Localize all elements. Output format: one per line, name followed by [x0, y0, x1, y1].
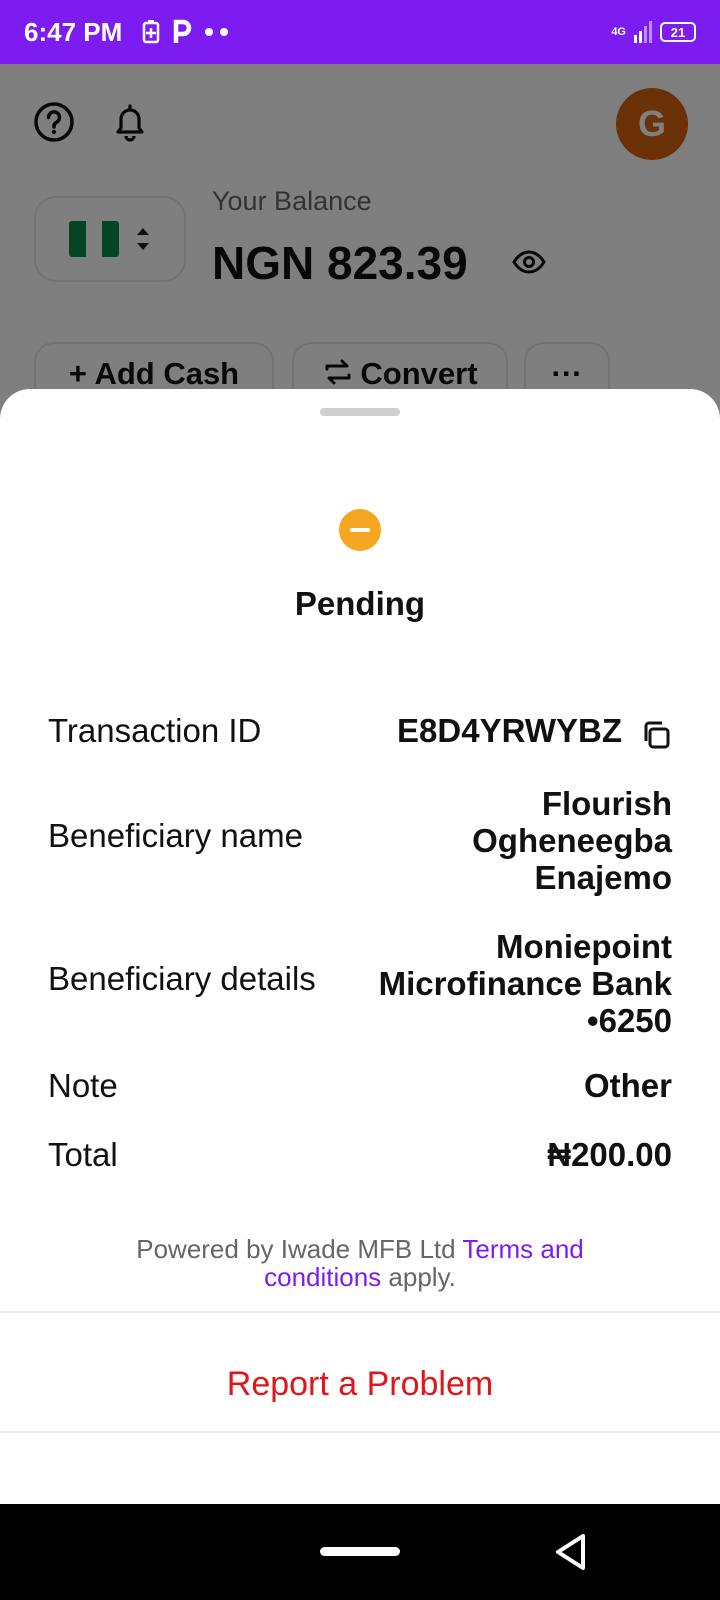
terms-link[interactable]: Terms and — [462, 1234, 583, 1264]
beneficiary-details-value: Moniepoint Microfinance Bank •6250 — [379, 928, 672, 1039]
pending-status-icon — [339, 509, 381, 551]
transaction-id-label: Transaction ID — [48, 712, 262, 749]
sheet-drag-handle[interactable] — [320, 408, 400, 416]
divider — [0, 1431, 720, 1433]
transaction-status: Pending — [294, 585, 426, 622]
beneficiary-details-label: Beneficiary details — [48, 960, 316, 997]
beneficiary-name-line: Enajemo — [534, 859, 672, 896]
copy-icon[interactable] — [640, 719, 672, 751]
more-notifications-icon — [205, 28, 229, 36]
battery-saver-icon — [143, 20, 160, 44]
report-problem-button[interactable]: Report a Problem — [0, 1325, 720, 1443]
beneficiary-name-value: Flourish Ogheneegba Enajemo — [472, 785, 672, 896]
system-status-icons: 4G 21 — [611, 21, 696, 43]
terms-link-cont[interactable]: conditions — [264, 1262, 381, 1292]
total-value: ₦200.00 — [547, 1136, 672, 1173]
battery-icon: 21 — [660, 22, 696, 42]
transaction-details-sheet: Pending Transaction ID E8D4YRWYBZ Benefi… — [0, 389, 720, 1504]
powered-by-text: Powered by Iwade MFB Ltd — [136, 1234, 463, 1264]
divider — [0, 1311, 720, 1313]
beneficiary-bank-line: Moniepoint — [496, 928, 672, 965]
battery-level: 21 — [670, 24, 686, 40]
signal-icon — [634, 21, 652, 43]
note-label: Note — [48, 1067, 118, 1104]
network-type: 4G — [611, 26, 626, 38]
beneficiary-name-line: Flourish — [541, 785, 672, 822]
powered-by-footnote: Powered by Iwade MFB Ltd Terms and condit… — [60, 1235, 660, 1291]
beneficiary-name-label: Beneficiary name — [48, 817, 303, 854]
notification-icons — [142, 19, 230, 45]
note-value: Other — [583, 1067, 672, 1104]
home-gesture-bar[interactable] — [320, 1547, 400, 1556]
status-time: 6:47 PM — [24, 16, 123, 47]
back-icon[interactable] — [553, 1532, 589, 1572]
total-label: Total — [48, 1136, 118, 1173]
beneficiary-bank-line: Microfinance Bank — [378, 965, 672, 1002]
beneficiary-name-line: Ogheneegba — [472, 822, 672, 859]
transaction-id-value: E8D4YRWYBZ — [397, 712, 622, 749]
parking-icon — [174, 19, 192, 43]
apply-text: apply. — [381, 1262, 456, 1292]
system-nav-bar — [0, 1504, 720, 1600]
status-bar: 6:47 PM 4G 21 — [0, 0, 720, 64]
beneficiary-account-line: •6250 — [587, 1002, 672, 1039]
